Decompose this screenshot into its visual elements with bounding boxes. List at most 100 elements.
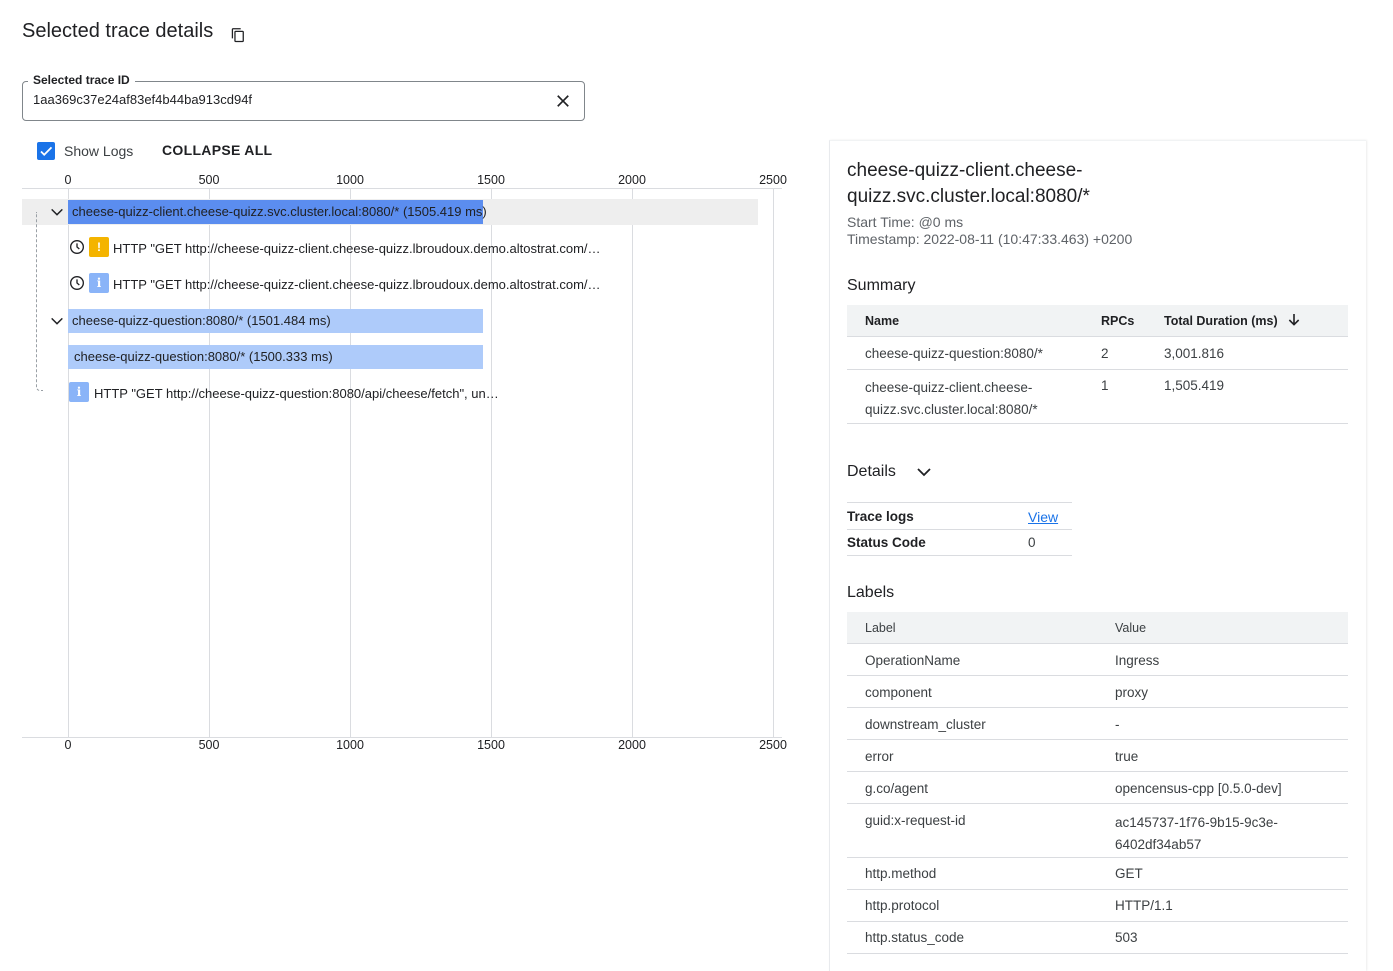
- chevron-down-icon[interactable]: [49, 313, 65, 329]
- axis-tick-top: 0: [64, 173, 72, 187]
- divider: [847, 643, 1348, 644]
- show-logs-label[interactable]: Show Logs: [64, 143, 133, 159]
- close-icon[interactable]: [553, 91, 573, 111]
- axis-tick-bottom: 2500: [759, 738, 787, 752]
- axis-tick-top: 2500: [759, 173, 787, 187]
- divider: [847, 529, 1072, 530]
- label-key: error: [865, 749, 894, 764]
- axis-tick-bottom: 0: [64, 738, 72, 752]
- label-value: opencensus-cpp [0.5.0-dev]: [1115, 781, 1282, 796]
- copy-icon[interactable]: [229, 26, 247, 44]
- trace-logs-view-link[interactable]: View: [1028, 509, 1058, 525]
- trace-id-label: Selected trace ID: [28, 73, 135, 87]
- label-key: http.status_code: [865, 930, 965, 945]
- show-logs-checkbox[interactable]: [37, 142, 55, 160]
- span-bar[interactable]: cheese-quizz-question:8080/* (1501.484 m…: [68, 309, 483, 333]
- timestamp: Timestamp: 2022-08-11 (10:47:33.463) +02…: [847, 231, 1133, 247]
- chevron-down-icon[interactable]: [49, 204, 65, 220]
- log-entry[interactable]: HTTP "GET http://cheese-quizz-client.che…: [113, 241, 601, 256]
- axis-tick-bottom: 1500: [477, 738, 505, 752]
- column-header-label: Label: [865, 621, 896, 635]
- axis-line-bottom: [22, 737, 782, 738]
- span-bar[interactable]: cheese-quizz-question:8080/* (1500.333 m…: [68, 345, 483, 369]
- label-value: 503: [1115, 930, 1138, 945]
- tree-connector: [36, 212, 43, 391]
- axis-tick-top: 500: [198, 173, 220, 187]
- divider: [847, 707, 1348, 708]
- details-heading[interactable]: Details: [847, 463, 896, 481]
- label-key: component: [865, 685, 932, 700]
- column-header-rpcs[interactable]: RPCs: [1101, 314, 1134, 328]
- gridline: [632, 188, 633, 737]
- gridline: [350, 188, 351, 737]
- gridline: [68, 188, 69, 737]
- trace-id-input[interactable]: [33, 92, 533, 107]
- warning-badge: !: [89, 237, 109, 257]
- page-title: Selected trace details: [22, 20, 214, 42]
- label-key: http.protocol: [865, 898, 940, 913]
- summary-cell-duration: 1,505.419: [1164, 378, 1225, 393]
- status-code-label: Status Code: [847, 535, 926, 550]
- column-header-name[interactable]: Name: [865, 314, 899, 328]
- label-value: proxy: [1115, 685, 1149, 700]
- divider: [847, 771, 1348, 772]
- label-key: OperationName: [865, 653, 961, 668]
- summary-cell-duration: 3,001.816: [1164, 346, 1225, 361]
- span-title: cheese-quizz-client.cheese-quizz.svc.clu…: [847, 160, 1090, 207]
- divider: [847, 555, 1072, 556]
- clock-icon: [70, 240, 84, 254]
- status-code-value: 0: [1028, 535, 1036, 550]
- axis-tick-top: 2000: [618, 173, 646, 187]
- label-value: HTTP/1.1: [1115, 898, 1173, 913]
- axis-tick-bottom: 2000: [618, 738, 646, 752]
- summary-cell-rpcs: 1: [1101, 378, 1109, 393]
- summary-cell-name: cheese-quizz-client.cheese-quizz.svc.clu…: [865, 380, 1038, 417]
- axis-line-top: [22, 188, 782, 189]
- labels-table-header: [847, 612, 1348, 643]
- label-key: guid:x-request-id: [865, 813, 966, 828]
- divider: [847, 921, 1348, 922]
- divider: [847, 889, 1348, 890]
- info-badge: i: [89, 273, 109, 293]
- divider: [847, 336, 1348, 337]
- span-bar[interactable]: cheese-quizz-client.cheese-quizz.svc.clu…: [68, 200, 487, 224]
- divider: [847, 857, 1348, 858]
- gridline: [491, 188, 492, 737]
- divider: [847, 423, 1348, 424]
- divider: [847, 675, 1348, 676]
- label-value: ac145737-1f76-9b15-9c3e-6402df34ab57: [1115, 815, 1278, 852]
- label-key: g.co/agent: [865, 781, 929, 796]
- summary-cell-name: cheese-quizz-question:8080/*: [865, 346, 1043, 361]
- label-value: -: [1115, 717, 1120, 732]
- collapse-all-button[interactable]: COLLAPSE ALL: [162, 142, 272, 158]
- checkmark-icon: [40, 146, 53, 156]
- axis-tick-top: 1000: [336, 173, 364, 187]
- gridline: [773, 188, 774, 737]
- column-header-duration[interactable]: Total Duration (ms): [1164, 314, 1278, 328]
- divider: [847, 953, 1348, 954]
- axis-tick-bottom: 1000: [336, 738, 364, 752]
- arrow-down-icon[interactable]: [1286, 312, 1302, 328]
- start-time: Start Time: @0 ms: [847, 214, 964, 230]
- label-key: downstream_cluster: [865, 717, 986, 732]
- divider: [847, 369, 1348, 370]
- divider: [847, 739, 1348, 740]
- summary-heading: Summary: [847, 277, 916, 294]
- log-entry[interactable]: HTTP "GET http://cheese-quizz-client.che…: [113, 277, 601, 292]
- axis-tick-top: 1500: [477, 173, 505, 187]
- axis-tick-bottom: 500: [198, 738, 220, 752]
- chevron-down-icon[interactable]: [915, 463, 933, 481]
- trace-logs-label: Trace logs: [847, 509, 914, 524]
- column-header-value: Value: [1115, 621, 1147, 635]
- label-value: true: [1115, 749, 1139, 764]
- label-value: GET: [1115, 866, 1143, 881]
- label-value: Ingress: [1115, 653, 1160, 668]
- gridline: [209, 188, 210, 737]
- label-key: http.method: [865, 866, 937, 881]
- clock-icon: [70, 276, 84, 290]
- divider: [847, 502, 1072, 503]
- info-badge: i: [69, 382, 89, 402]
- log-entry[interactable]: HTTP "GET http://cheese-quizz-question:8…: [94, 386, 499, 401]
- divider: [847, 803, 1348, 804]
- summary-cell-rpcs: 2: [1101, 346, 1109, 361]
